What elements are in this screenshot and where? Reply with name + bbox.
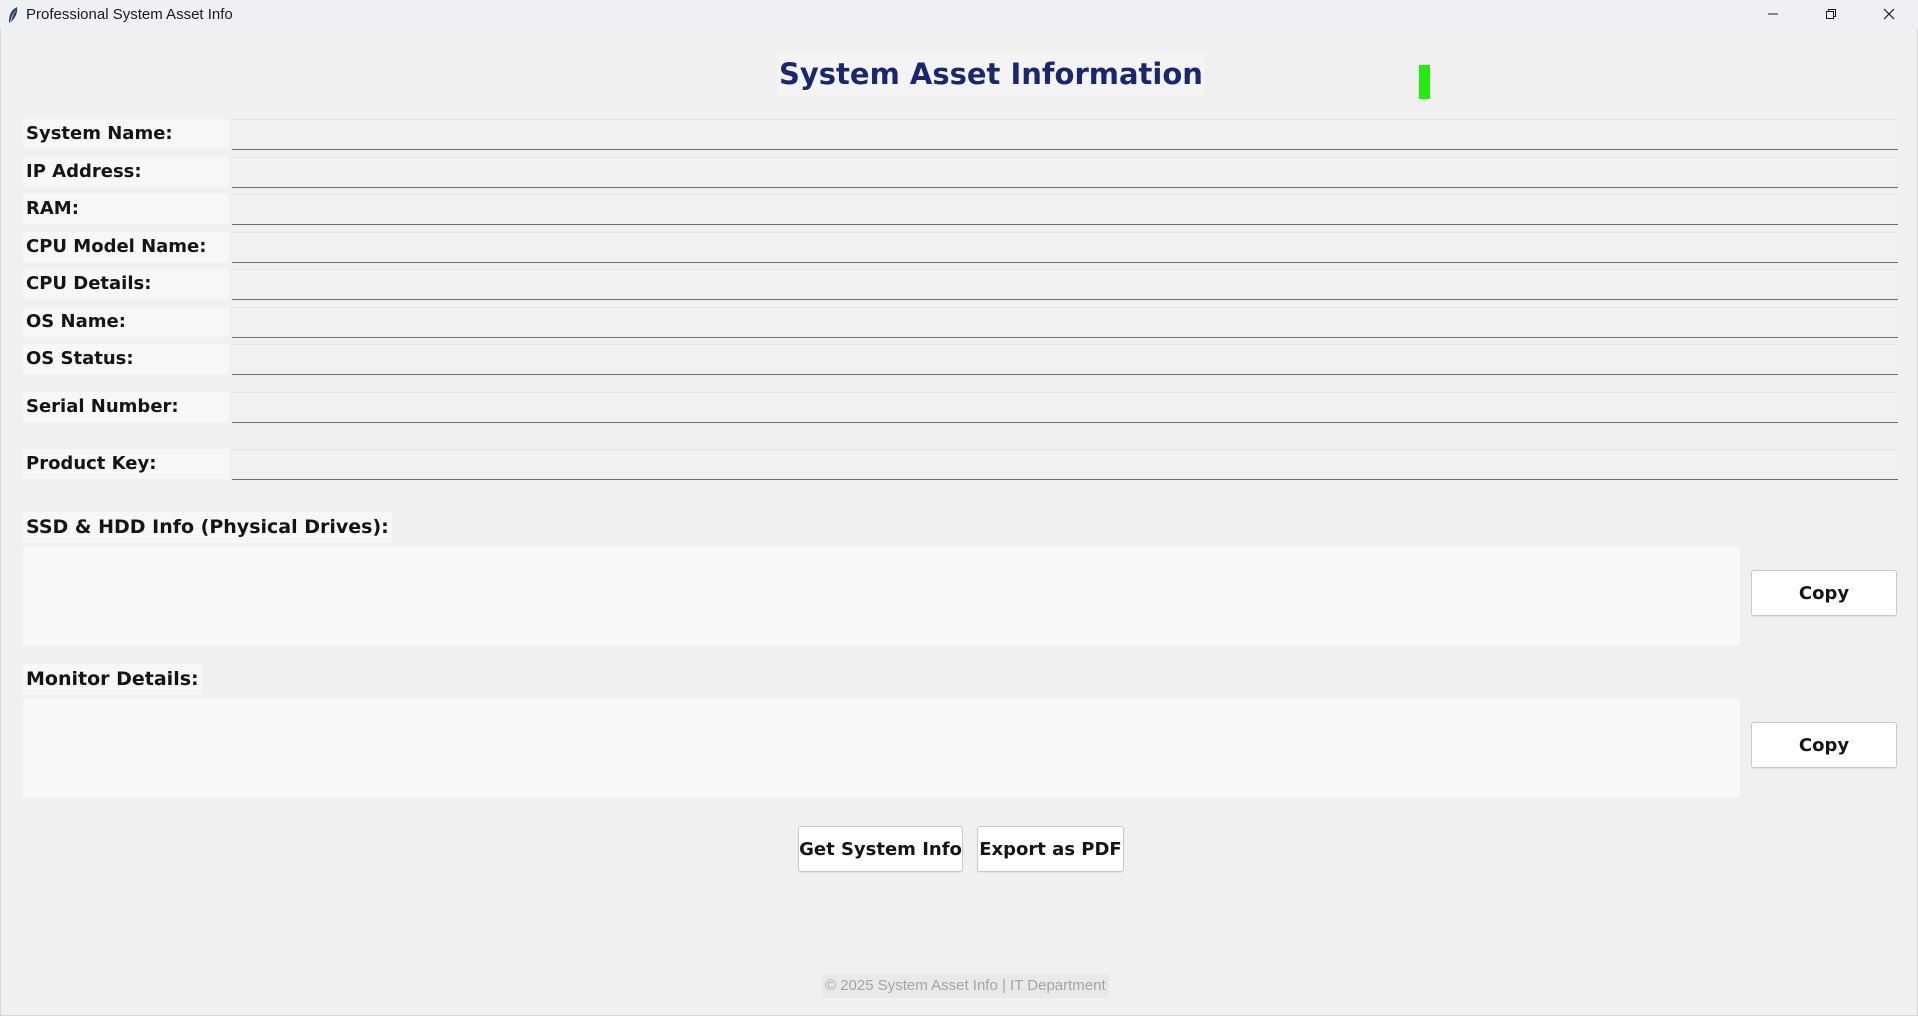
os-name-label: OS Name:: [23, 307, 229, 337]
cpu-model-name-label: CPU Model Name:: [23, 232, 229, 262]
footer-text: © 2025 System Asset Info | IT Department: [822, 974, 1109, 998]
cpu-model-name-field[interactable]: [232, 232, 1898, 263]
feather-icon: [2, 0, 24, 29]
close-button[interactable]: [1860, 0, 1918, 29]
os-name-field[interactable]: [232, 307, 1898, 338]
product-key-label: Product Key:: [23, 449, 229, 479]
window-titlebar: Professional System Asset Info: [0, 0, 1918, 29]
ram-field[interactable]: [232, 194, 1898, 225]
system-name-field[interactable]: [232, 119, 1898, 150]
copy-drives-button[interactable]: Copy: [1751, 570, 1897, 616]
monitor-details-textarea[interactable]: [23, 699, 1740, 798]
restore-icon: [1825, 5, 1837, 24]
drives-section-label: SSD & HDD Info (Physical Drives):: [23, 512, 392, 543]
export-pdf-button[interactable]: Export as PDF: [977, 826, 1124, 872]
restore-button[interactable]: [1802, 0, 1860, 29]
status-indicator: [1419, 65, 1430, 99]
minimize-icon: [1767, 5, 1779, 24]
cpu-details-field[interactable]: [232, 269, 1898, 300]
window-title: Professional System Asset Info: [26, 6, 233, 23]
ip-address-field[interactable]: [232, 157, 1898, 188]
window-body: System Asset Information System Name: IP…: [0, 29, 1918, 1016]
get-system-info-button[interactable]: Get System Info: [798, 826, 963, 872]
close-icon: [1883, 5, 1895, 24]
copy-monitors-button[interactable]: Copy: [1751, 722, 1897, 768]
os-status-field[interactable]: [232, 344, 1898, 375]
ip-address-label: IP Address:: [23, 157, 229, 187]
ram-label: RAM:: [23, 194, 229, 224]
serial-number-label: Serial Number:: [23, 392, 229, 422]
system-name-label: System Name:: [23, 119, 229, 149]
drives-info-textarea[interactable]: [23, 547, 1740, 646]
serial-number-field[interactable]: [232, 392, 1898, 423]
window-controls: [1744, 0, 1918, 29]
minimize-button[interactable]: [1744, 0, 1802, 29]
monitors-section-label: Monitor Details:: [23, 664, 202, 695]
cpu-details-label: CPU Details:: [23, 269, 229, 299]
product-key-field[interactable]: [232, 449, 1898, 480]
os-status-label: OS Status:: [23, 344, 229, 374]
page-title: System Asset Information: [777, 52, 1205, 96]
